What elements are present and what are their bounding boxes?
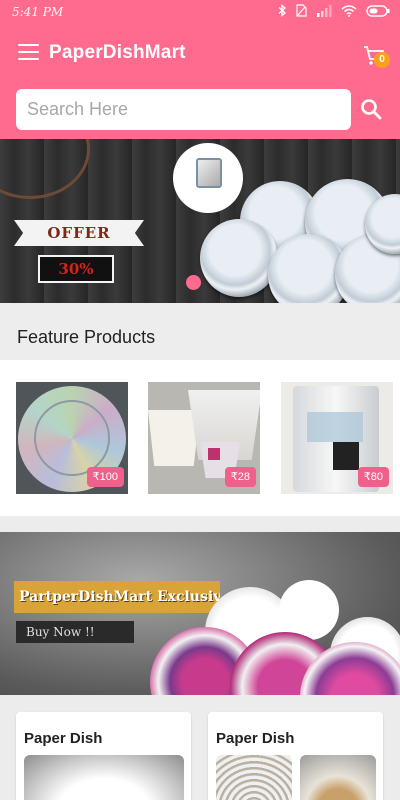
app-title: PaperDishMart bbox=[49, 42, 186, 63]
status-bar: 5:41 PM bbox=[0, 0, 400, 24]
cart-count-badge: 0 bbox=[374, 52, 390, 68]
category-image bbox=[300, 755, 376, 800]
battery-icon bbox=[366, 4, 390, 17]
category-card[interactable]: Paper Dish bbox=[208, 712, 383, 800]
price-badge: ₹100 bbox=[86, 467, 124, 487]
promo-banner[interactable]: PartperDishMart Exclusiv Buy Now !! bbox=[0, 532, 400, 695]
feature-products-header: Feature Products bbox=[0, 303, 400, 360]
banner-plate-image bbox=[200, 219, 278, 297]
discount-label: 30% bbox=[38, 255, 114, 283]
brand-logo bbox=[279, 580, 339, 640]
promo-headline: PartperDishMart Exclusiv bbox=[14, 581, 220, 613]
category-title: Paper Dish bbox=[216, 730, 295, 747]
section-title: Feature Products bbox=[17, 327, 156, 347]
signal-icon bbox=[317, 4, 332, 17]
product-card[interactable]: ₹80 bbox=[281, 382, 393, 494]
category-image bbox=[24, 755, 184, 800]
category-card[interactable]: Paper Dish bbox=[16, 712, 191, 800]
product-card[interactable]: ₹100 bbox=[16, 382, 128, 494]
price-badge: ₹80 bbox=[357, 467, 389, 487]
search-icon bbox=[361, 99, 382, 120]
product-image bbox=[148, 410, 200, 466]
app-bar: PaperDishMart 0 bbox=[0, 24, 400, 84]
search-row bbox=[0, 84, 400, 139]
buy-now-button[interactable]: Buy Now !! bbox=[16, 621, 134, 643]
offer-ribbon: OFFER bbox=[14, 220, 144, 246]
carousel-indicator-dot[interactable] bbox=[186, 275, 201, 290]
feature-products-list: ₹100 ₹28 ₹80 bbox=[0, 360, 400, 516]
hamburger-menu-icon[interactable] bbox=[18, 44, 39, 60]
status-time: 5:41 PM bbox=[12, 5, 64, 19]
search-input[interactable] bbox=[16, 89, 351, 130]
status-icons bbox=[278, 4, 390, 17]
category-image bbox=[216, 755, 292, 800]
cart-button[interactable]: 0 bbox=[362, 40, 390, 68]
product-card[interactable]: ₹28 bbox=[148, 382, 260, 494]
price-badge: ₹28 bbox=[224, 467, 256, 487]
category-title: Paper Dish bbox=[24, 730, 103, 747]
hero-banner[interactable]: OFFER 30% bbox=[0, 139, 400, 303]
no-sim-icon bbox=[296, 4, 307, 17]
brand-logo-icon bbox=[196, 158, 222, 188]
wifi-icon bbox=[341, 4, 357, 17]
search-button[interactable] bbox=[360, 98, 384, 122]
bluetooth-icon bbox=[278, 4, 286, 17]
banner-decoration bbox=[0, 139, 90, 199]
